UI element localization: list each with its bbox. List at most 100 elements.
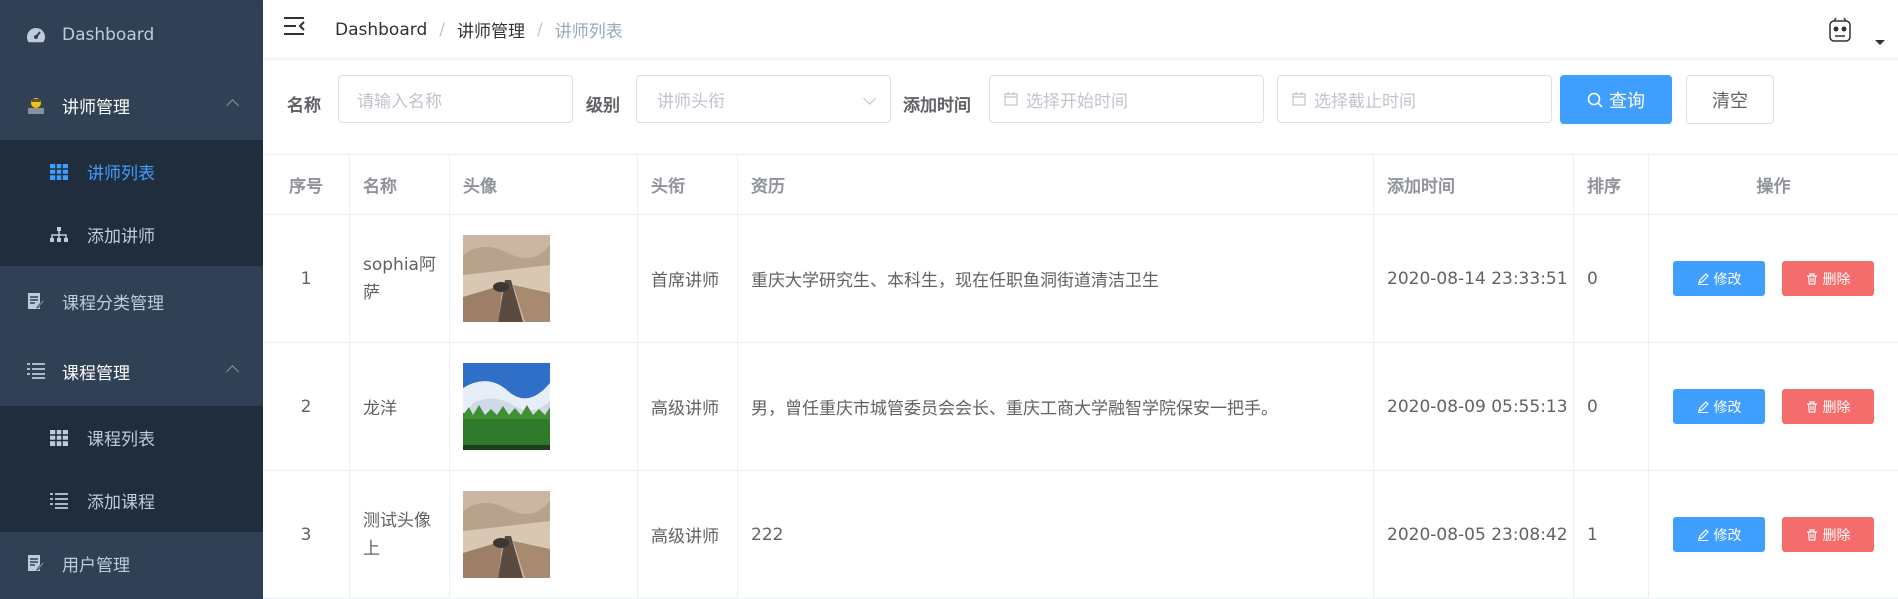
row-name: 测试头像上 bbox=[350, 471, 450, 598]
delete-button[interactable]: 删除 bbox=[1782, 389, 1874, 424]
row-time: 2020-08-09 05:55:13 bbox=[1374, 343, 1574, 470]
row-index: 1 bbox=[263, 215, 350, 342]
delete-button[interactable]: 删除 bbox=[1782, 517, 1874, 552]
name-input-placeholder: 请输入名称 bbox=[357, 91, 442, 112]
edit-icon bbox=[1697, 528, 1709, 541]
edit-button-label: 修改 bbox=[1713, 527, 1742, 544]
edit-button-label: 修改 bbox=[1713, 271, 1742, 288]
edit-button[interactable]: 修改 bbox=[1673, 517, 1765, 552]
row-time: 2020-08-14 23:33:51 bbox=[1374, 215, 1574, 342]
level-select-placeholder: 讲师头衔 bbox=[657, 91, 725, 112]
row-avatar-cell bbox=[450, 343, 638, 470]
row-intro: 男，曾任重庆市城管委员会会长、重庆工商大学融智学院保安一把手。 bbox=[738, 343, 1374, 470]
sidebar-item-category-management[interactable]: 课程分类管理 bbox=[0, 266, 263, 336]
clear-button[interactable]: 清空 bbox=[1686, 75, 1774, 124]
sidebar-item-label: 课程列表 bbox=[87, 430, 155, 450]
column-header-actions: 操作 bbox=[1756, 177, 1791, 197]
sidebar-item-label: 课程管理 bbox=[62, 363, 130, 384]
time-label: 添加时间 bbox=[903, 96, 971, 116]
chevron-down-icon bbox=[863, 92, 876, 105]
table-row: 2 龙洋 高级讲师 男，曾任重庆市城管委员会会长、重庆工商大学融智学院保安一把手… bbox=[263, 343, 1898, 471]
trash-icon bbox=[1806, 400, 1817, 413]
column-header-level: 头衔 bbox=[638, 155, 738, 214]
start-time-placeholder: 选择开始时间 bbox=[1026, 91, 1128, 112]
sidebar-item-add-teacher[interactable]: 添加讲师 bbox=[0, 203, 263, 266]
edit-button[interactable]: 修改 bbox=[1673, 261, 1765, 296]
sidebar-item-label: 添加讲师 bbox=[87, 227, 155, 247]
calendar-icon bbox=[1292, 92, 1306, 106]
row-avatar-cell bbox=[450, 471, 638, 598]
row-level: 高级讲师 bbox=[638, 343, 738, 470]
sidebar-item-label: 添加课程 bbox=[87, 493, 155, 513]
level-label: 级别 bbox=[586, 96, 620, 116]
teacher-table: 序号 名称 头像 头衔 资历 添加时间 排序 操作 1 sophia阿萨 首席讲… bbox=[263, 154, 1898, 599]
hamburger-icon[interactable] bbox=[284, 16, 306, 36]
row-sort: 0 bbox=[1574, 343, 1649, 470]
row-name: sophia阿萨 bbox=[350, 215, 450, 342]
sidebar-item-label: Dashboard bbox=[62, 25, 155, 45]
row-intro: 222 bbox=[738, 471, 1374, 598]
table-row: 3 测试头像上 高级讲师 222 2020-08-05 23:08:42 1 修… bbox=[263, 471, 1898, 599]
query-button-label: 查询 bbox=[1609, 90, 1645, 112]
sidebar-item-label: 用户管理 bbox=[62, 555, 130, 576]
search-icon bbox=[1587, 92, 1603, 108]
sidebar-item-user-management[interactable]: 用户管理 bbox=[0, 528, 263, 598]
level-select[interactable]: 讲师头衔 bbox=[636, 75, 891, 123]
navbar: Dashboard / 讲师管理 / 讲师列表 bbox=[263, 0, 1898, 59]
edit-button-label: 修改 bbox=[1713, 399, 1742, 416]
teacher-icon bbox=[24, 93, 48, 117]
row-time: 2020-08-05 23:08:42 bbox=[1374, 471, 1574, 598]
row-avatar-cell bbox=[450, 215, 638, 342]
table-icon bbox=[49, 162, 69, 182]
forest-sky-image bbox=[463, 363, 550, 450]
edit-icon bbox=[1697, 272, 1709, 285]
column-header-index: 序号 bbox=[263, 155, 350, 214]
avatar[interactable] bbox=[1826, 17, 1854, 45]
sidebar-item-teacher-list[interactable]: 讲师列表 bbox=[0, 140, 263, 203]
edit-button[interactable]: 修改 bbox=[1673, 389, 1765, 424]
row-actions: 修改 删除 bbox=[1649, 471, 1898, 598]
chevron-up-icon bbox=[226, 99, 239, 112]
delete-button-label: 删除 bbox=[1822, 271, 1851, 288]
breadcrumb-separator: / bbox=[439, 19, 445, 40]
sidebar-item-course-management[interactable]: 课程管理 bbox=[0, 336, 263, 406]
breadcrumb-separator: / bbox=[536, 19, 543, 40]
edit-document-icon bbox=[24, 551, 48, 575]
end-time-picker[interactable]: 选择截止时间 bbox=[1277, 75, 1552, 123]
delete-button[interactable]: 删除 bbox=[1782, 261, 1874, 296]
row-sort: 0 bbox=[1574, 215, 1649, 342]
query-button[interactable]: 查询 bbox=[1560, 75, 1672, 124]
trash-icon bbox=[1806, 272, 1817, 285]
start-time-picker[interactable]: 选择开始时间 bbox=[989, 75, 1264, 123]
sidebar-item-course-list[interactable]: 课程列表 bbox=[0, 406, 263, 469]
breadcrumb-item-teacher-management[interactable]: 讲师管理 bbox=[457, 17, 525, 42]
calendar-icon bbox=[1004, 92, 1018, 106]
sidebar-item-add-course[interactable]: 添加课程 bbox=[0, 469, 263, 532]
submenu-teacher: 讲师列表 添加讲师 bbox=[0, 140, 263, 266]
caret-down-icon[interactable] bbox=[1875, 40, 1885, 45]
sidebar: Dashboard 讲师管理 讲师列表 添加讲师 课程分类管理 课程管理 课程列… bbox=[0, 0, 263, 599]
row-level: 首席讲师 bbox=[638, 215, 738, 342]
name-input[interactable]: 请输入名称 bbox=[338, 75, 573, 123]
sidebar-item-label: 课程分类管理 bbox=[62, 293, 164, 314]
tree-icon bbox=[49, 225, 69, 245]
row-index: 3 bbox=[263, 471, 350, 598]
row-intro: 重庆大学研究生、本科生，现在任职鱼洞街道清洁卫生 bbox=[738, 215, 1374, 342]
list-icon bbox=[49, 491, 69, 511]
row-name: 龙洋 bbox=[350, 343, 450, 470]
end-time-placeholder: 选择截止时间 bbox=[1314, 91, 1416, 112]
trash-icon bbox=[1806, 528, 1817, 541]
row-sort: 1 bbox=[1574, 471, 1649, 598]
row-level: 高级讲师 bbox=[638, 471, 738, 598]
table-header-row: 序号 名称 头像 头衔 资历 添加时间 排序 操作 bbox=[263, 155, 1898, 215]
desert-road-image bbox=[463, 235, 550, 322]
name-label: 名称 bbox=[287, 96, 321, 116]
row-actions: 修改 删除 bbox=[1649, 343, 1898, 470]
chevron-up-icon bbox=[226, 365, 239, 378]
delete-button-label: 删除 bbox=[1822, 399, 1851, 416]
sidebar-item-dashboard[interactable]: Dashboard bbox=[0, 0, 263, 70]
breadcrumb-item-dashboard[interactable]: Dashboard bbox=[335, 20, 427, 40]
sidebar-item-label: 讲师管理 bbox=[62, 97, 130, 118]
sidebar-item-teacher-management[interactable]: 讲师管理 bbox=[0, 70, 263, 140]
breadcrumb-item-teacher-list: 讲师列表 bbox=[554, 22, 623, 42]
